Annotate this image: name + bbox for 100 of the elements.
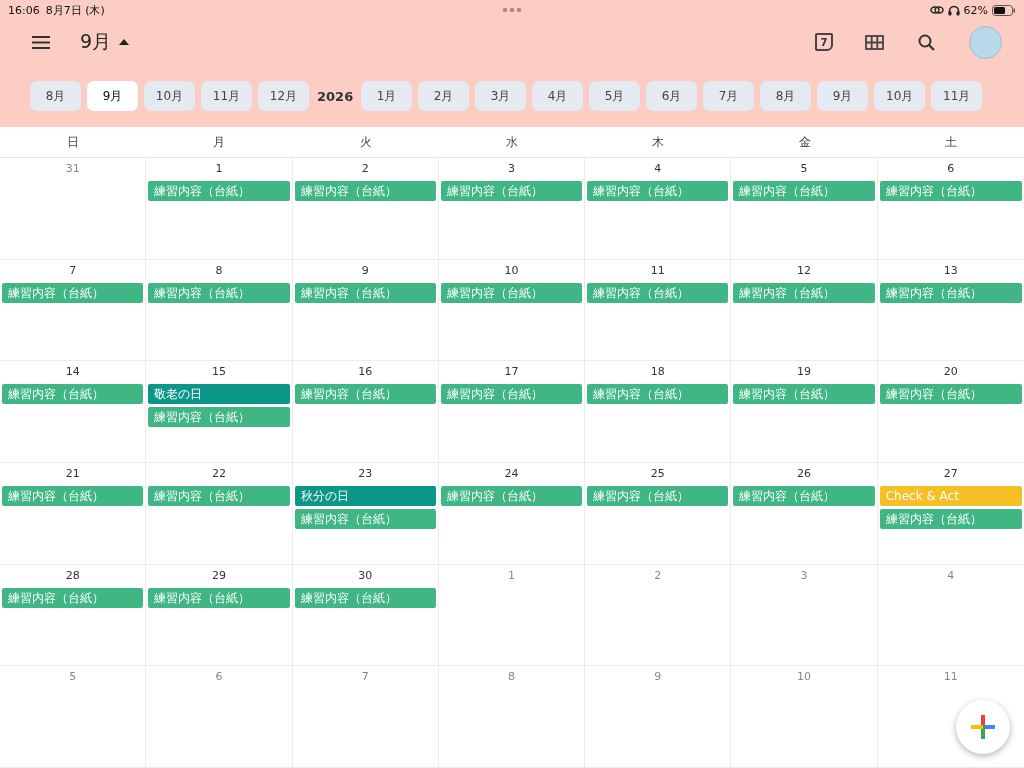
day-number: 10 [797, 670, 812, 684]
day-number: 28 [65, 568, 80, 582]
day-number: 9 [654, 670, 662, 684]
month-chip[interactable]: 10月 [144, 81, 195, 111]
month-chip[interactable]: 8月 [760, 81, 812, 111]
event-chip[interactable]: 練習内容（台紙） [733, 486, 875, 506]
event-chip[interactable]: 練習内容（台紙） [587, 282, 729, 303]
month-chip[interactable]: 1月 [361, 81, 413, 111]
event-chip[interactable]: 練習内容（台紙） [148, 407, 290, 428]
event-chip[interactable]: Check & Act [879, 486, 1022, 506]
day-number: 4 [947, 568, 955, 582]
day-number: 19 [797, 365, 812, 379]
month-chip[interactable]: 2月 [418, 81, 470, 111]
day-number: 17 [504, 365, 519, 379]
event-chip[interactable]: 練習内容（台紙） [294, 509, 436, 529]
multitask-dots-icon[interactable] [502, 7, 522, 13]
event-chip[interactable]: 練習内容（台紙） [2, 587, 144, 608]
event-chip[interactable]: 練習内容（台紙） [733, 282, 875, 303]
event-chip[interactable]: 練習内容（台紙） [587, 486, 729, 506]
event-chip[interactable]: 練習内容（台紙） [440, 384, 583, 405]
day-number: 3 [508, 162, 515, 175]
caret-up-icon [119, 39, 130, 45]
day-number: 18 [650, 365, 665, 379]
month-chip[interactable]: 5月 [589, 81, 641, 111]
headphones-icon [947, 4, 960, 16]
search-icon[interactable] [918, 33, 935, 51]
event-chip[interactable]: 練習内容（台紙） [733, 181, 875, 201]
day-number: 6 [947, 162, 955, 175]
event-chip[interactable]: 練習内容（台紙） [440, 181, 583, 201]
day-number: 25 [650, 467, 665, 480]
day-number: 1 [215, 162, 223, 175]
event-chip[interactable]: 練習内容（台紙） [148, 587, 290, 608]
event-chip[interactable]: 練習内容（台紙） [440, 486, 583, 506]
event-chip[interactable]: 練習内容（台紙） [2, 282, 144, 303]
menu-icon [32, 35, 50, 49]
day-number: 3 [800, 568, 808, 582]
day-number: 30 [358, 568, 373, 582]
day-number: 7 [361, 670, 369, 684]
day-number: 21 [65, 467, 80, 480]
event-chip[interactable]: 練習内容（台紙） [2, 486, 144, 506]
month-chip[interactable]: 7月 [703, 81, 755, 111]
day-number: 27 [943, 467, 958, 480]
event-chip[interactable]: 練習内容（台紙） [733, 384, 875, 405]
event-chip[interactable]: 練習内容（台紙） [294, 181, 436, 201]
weekday-label: 水 [505, 133, 519, 151]
weekday-label: 金 [797, 133, 812, 151]
day-number: 23 [358, 467, 373, 480]
event-chip[interactable]: 練習内容（台紙） [2, 384, 144, 405]
month-chip[interactable]: 10月 [874, 81, 926, 111]
month-chip[interactable]: 4月 [532, 81, 584, 111]
day-number: 5 [69, 670, 77, 684]
day-number: 8 [215, 263, 223, 277]
month-chip[interactable]: 12月 [258, 81, 309, 111]
weekday-label: 土 [943, 133, 958, 151]
day-number: 11 [650, 263, 665, 277]
event-chip[interactable]: 練習内容（台紙） [879, 181, 1022, 201]
status-date: 8月7日 (木) [45, 2, 105, 18]
month-chip[interactable]: 3月 [475, 81, 527, 111]
day-number: 24 [504, 467, 519, 480]
day-number: 13 [943, 263, 958, 277]
today-button[interactable]: 7 [815, 33, 833, 51]
month-chip[interactable]: 9月 [87, 81, 138, 111]
weekday-label: 火 [358, 133, 373, 151]
month-chip[interactable]: 8月 [30, 81, 81, 111]
link-icon [929, 5, 944, 15]
day-number: 8 [508, 670, 515, 684]
month-chip[interactable]: 6月 [646, 81, 698, 111]
month-chip[interactable]: 9月 [817, 81, 869, 111]
month-selector[interactable]: 9月 [80, 29, 130, 55]
grid-view-icon[interactable] [865, 34, 884, 50]
weekday-label: 月 [212, 133, 227, 151]
day-number: 22 [211, 467, 226, 480]
day-number: 2 [361, 162, 369, 175]
add-event-button[interactable] [956, 700, 1010, 754]
day-number: 20 [943, 365, 958, 379]
day-number: 16 [358, 365, 373, 379]
day-number: 7 [69, 263, 77, 277]
event-chip[interactable]: 練習内容（台紙） [148, 282, 290, 303]
event-chip[interactable]: 練習内容（台紙） [587, 181, 729, 201]
menu-button[interactable] [30, 33, 52, 51]
year-label: 2026 [316, 88, 355, 104]
event-chip[interactable]: 練習内容（台紙） [294, 587, 436, 608]
event-chip[interactable]: 敬老の日 [148, 384, 290, 405]
event-chip[interactable]: 練習内容（台紙） [148, 486, 290, 506]
event-chip[interactable]: 練習内容（台紙） [440, 282, 583, 303]
day-number: 2 [654, 568, 662, 582]
event-chip[interactable]: 練習内容（台紙） [587, 384, 729, 405]
event-chip[interactable]: 練習内容（台紙） [879, 282, 1022, 303]
day-number: 15 [211, 365, 226, 379]
day-number: 9 [361, 263, 369, 277]
day-number: 14 [65, 365, 80, 379]
month-chip[interactable]: 11月 [201, 81, 252, 111]
event-chip[interactable]: 練習内容（台紙） [294, 282, 436, 303]
event-chip[interactable]: 練習内容（台紙） [879, 384, 1022, 405]
event-chip[interactable]: 練習内容（台紙） [148, 181, 290, 201]
event-chip[interactable]: 練習内容（台紙） [879, 509, 1022, 529]
event-chip[interactable]: 練習内容（台紙） [294, 384, 436, 405]
month-chip[interactable]: 11月 [931, 81, 983, 111]
day-number: 10 [504, 263, 519, 277]
event-chip[interactable]: 秋分の日 [294, 486, 436, 506]
